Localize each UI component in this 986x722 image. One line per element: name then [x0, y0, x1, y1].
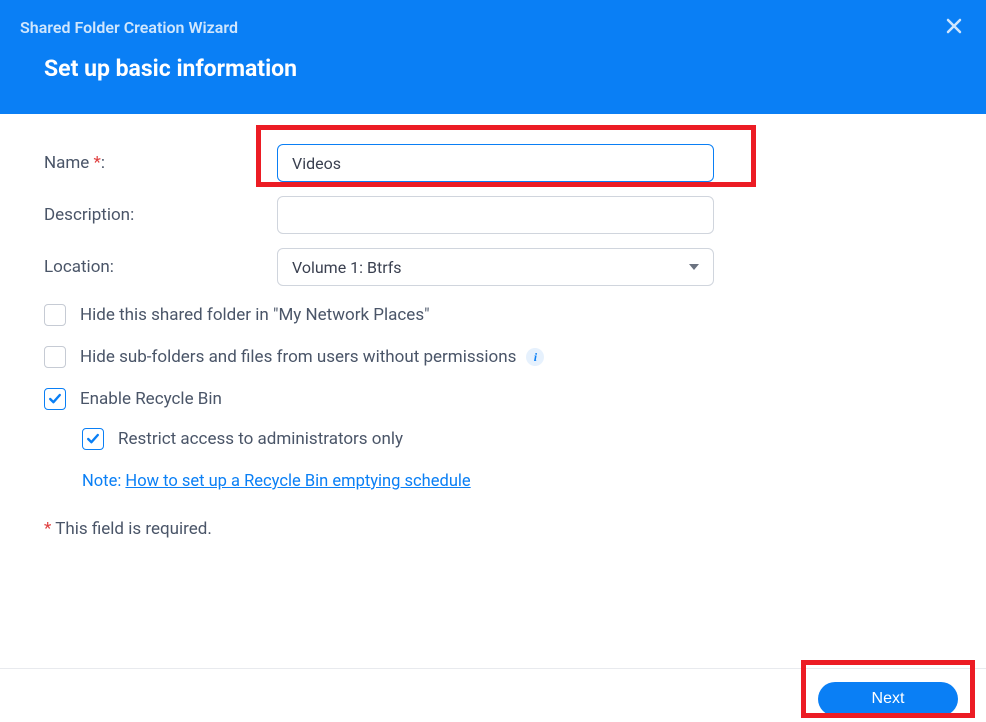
restrict-admin-row: Restrict access to administrators only	[82, 428, 942, 450]
chevron-down-icon	[689, 264, 699, 270]
enable-recycle-checkbox[interactable]	[44, 388, 66, 410]
name-input[interactable]	[277, 144, 714, 182]
wizard-footer: Next	[0, 668, 986, 722]
wizard-header: Shared Folder Creation Wizard Set up bas…	[0, 0, 986, 114]
note-row: Note: How to set up a Recycle Bin emptyi…	[82, 472, 942, 491]
location-value: Volume 1: Btrfs	[292, 258, 402, 277]
location-select[interactable]: Volume 1: Btrfs	[277, 248, 714, 286]
info-icon[interactable]: i	[526, 348, 544, 366]
close-icon	[944, 16, 964, 36]
restrict-admin-checkbox[interactable]	[82, 428, 104, 450]
hide-network-checkbox[interactable]	[44, 304, 66, 326]
description-input[interactable]	[277, 196, 714, 234]
required-asterisk: *	[94, 153, 101, 173]
enable-recycle-label: Enable Recycle Bin	[80, 389, 222, 409]
hide-network-label: Hide this shared folder in "My Network P…	[80, 305, 430, 325]
hide-subfolders-checkbox[interactable]	[44, 346, 66, 368]
next-button[interactable]: Next	[818, 682, 958, 716]
location-row: Location: Volume 1: Btrfs	[44, 248, 942, 286]
restrict-admin-label: Restrict access to administrators only	[118, 429, 403, 449]
description-row: Description:	[44, 196, 942, 234]
note-label: Note:	[82, 472, 121, 491]
hide-subfolders-label: Hide sub-folders and files from users wi…	[80, 347, 516, 367]
form-body: Name *: Description: Location: Volume 1:…	[0, 114, 986, 539]
wizard-title: Shared Folder Creation Wizard	[0, 0, 986, 37]
close-button[interactable]	[944, 16, 964, 36]
recycle-schedule-link[interactable]: How to set up a Recycle Bin emptying sch…	[125, 472, 470, 491]
wizard-subtitle: Set up basic information	[0, 37, 986, 82]
hide-network-row: Hide this shared folder in "My Network P…	[44, 304, 942, 326]
required-note: * This field is required.	[44, 519, 942, 539]
description-label: Description:	[44, 205, 277, 225]
location-label: Location:	[44, 257, 277, 277]
name-label: Name *:	[44, 153, 277, 173]
name-row: Name *:	[44, 144, 942, 182]
hide-subfolders-row: Hide sub-folders and files from users wi…	[44, 346, 942, 368]
enable-recycle-row: Enable Recycle Bin	[44, 388, 942, 410]
